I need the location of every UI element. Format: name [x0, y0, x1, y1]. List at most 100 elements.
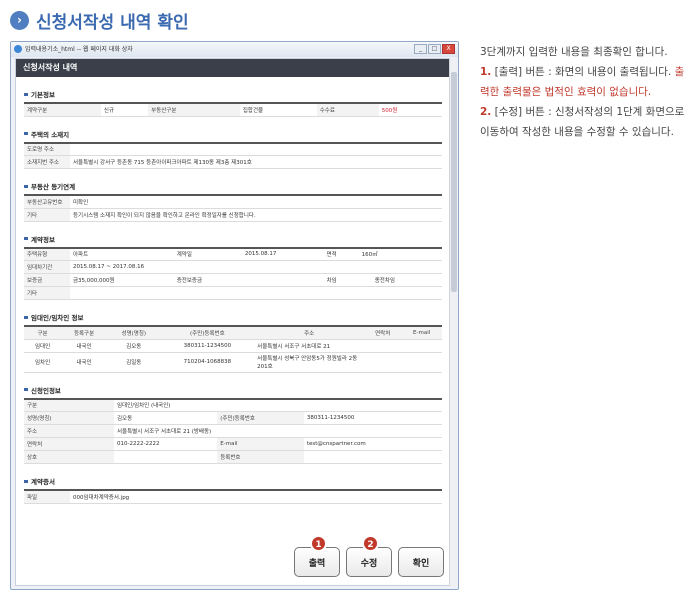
- table-cell: [401, 352, 442, 373]
- column-header: 성명(명칭): [107, 326, 161, 340]
- cell-label: 도로명 주소: [24, 142, 70, 156]
- table-cell: 김일동: [107, 352, 161, 373]
- cell-value: 380311-1234500: [303, 411, 442, 425]
- item-number: 1.: [480, 66, 492, 78]
- registry-table: 부동산고유번호 미확인 기타 등기시스템 소재지 확인이 되지 않음을 확인하고 온…: [24, 194, 442, 222]
- address-table: 도로명 주소 소재지번 주소 서울특별시 강서구 등촌동 715 등촌아이파크아파…: [24, 141, 442, 169]
- cell-value: test@cnspartner.com: [303, 437, 442, 451]
- section-basic: 기본정보 계약구분 신규 부동산구분 집합건물 수수료 500원: [24, 89, 442, 117]
- window-titlebar[interactable]: 입력내용기소_html -- 웹 페이지 대화 상자 _ □ X: [11, 42, 458, 57]
- cell-label: 구분: [24, 398, 114, 412]
- table-row: 임대인 내국인 김오동 380311-1234500 서울특별시 서조구 서초대…: [24, 339, 442, 353]
- item-text: [수정] 버튼 : 신청서작성의 1단계 화면으로 이동하여 작성한 내용을 수…: [480, 106, 685, 138]
- window-controls: _ □ X: [414, 44, 455, 54]
- close-button[interactable]: X: [442, 44, 455, 54]
- chevron-right-icon: ›: [10, 10, 29, 30]
- cell-value: 010-2222-2222: [114, 437, 218, 451]
- column-header: 연락처: [364, 326, 402, 340]
- cell-label: 면적: [323, 247, 359, 261]
- section-address: 주택의 소재지 도로명 주소 소재지번 주소 서울특별시 강서구 등촌동 715 …: [24, 129, 442, 169]
- cell-value: 등기시스템 소재지 확인이 되지 않음을 확인하고 온라인 확정일자를 신청합니…: [70, 208, 442, 222]
- cell-value: 임대인/임차인 (내국인): [114, 398, 442, 412]
- column-header: 등록구분: [61, 326, 108, 340]
- cell-label: 종전차임: [371, 273, 429, 287]
- cell-value: 김오동: [114, 411, 218, 425]
- parties-table: 구분 등록구분 성명(명칭) (주민)등록번호 주소 연락처 E-mail 임대…: [24, 325, 442, 373]
- item-text: [출력] 버튼 : 화면의 내용이 출력됩니다.: [491, 66, 675, 78]
- cell-label: 계약일: [173, 247, 242, 261]
- cell-value: 미확인: [70, 195, 442, 209]
- table-cell: 710204-1068838: [160, 352, 255, 373]
- section-title: 신청인정보: [24, 385, 442, 395]
- cell-value: [428, 273, 442, 287]
- table-cell: [401, 339, 442, 353]
- edit-button[interactable]: 2 수정: [346, 535, 392, 577]
- table-cell: [364, 339, 402, 353]
- section-file: 계약증서 파일 000임대차계약증서.jpg: [24, 476, 442, 504]
- cell-value: [303, 450, 442, 464]
- table-cell: [364, 352, 402, 373]
- column-header: 주소: [254, 326, 365, 340]
- section-title: 부동산 등기연계: [24, 181, 442, 191]
- cell-label: 임대차기간: [24, 260, 70, 274]
- edit-label: 수정: [360, 558, 378, 569]
- description-item-print: 1. [출력] 버튼 : 화면의 내용이 출력됩니다. 출력한 출력물은 법적인…: [480, 62, 690, 102]
- step-badge-2: 2: [362, 535, 379, 552]
- cell-label: 성명(명칭): [24, 411, 114, 425]
- popup-title: 신청서작성 내역: [16, 59, 450, 77]
- cell-value: [70, 286, 442, 300]
- window-title: 입력내용기소_html -- 웹 페이지 대화 상자: [25, 46, 133, 53]
- cell-value: 서울특별시 서조구 서초대로 21 (방배동): [114, 424, 442, 438]
- table-cell: 내국인: [61, 352, 108, 373]
- minimize-button[interactable]: _: [414, 44, 427, 54]
- table-cell: 서울특별시 서조구 서초대로 21: [254, 339, 365, 353]
- description-intro: 3단계까지 입력한 내용을 최종확인 합니다.: [480, 46, 668, 58]
- cell-label: 연락처: [24, 437, 114, 451]
- dialog-window: 입력내용기소_html -- 웹 페이지 대화 상자 _ □ X 신청서작성 내…: [10, 41, 459, 590]
- table-cell: 임차인: [24, 352, 62, 373]
- basic-table: 계약구분 신규 부동산구분 집합건물 수수료 500원: [24, 102, 442, 117]
- cell-value: 아파트: [70, 247, 174, 261]
- table-cell: 서울특별시 성북구 안암동5가 정원빌라 2동 201호: [254, 352, 365, 373]
- cell-value: 금35,000,000원: [70, 273, 174, 287]
- scrollbar-thumb[interactable]: [451, 72, 457, 292]
- cell-label: 수수료: [316, 103, 379, 117]
- cell-label: 보증금: [24, 273, 70, 287]
- cell-value: 2015.08.17: [241, 247, 324, 261]
- cell-value: [114, 450, 218, 464]
- section-title: 기본정보: [24, 89, 442, 99]
- step-badge-1: 1: [310, 535, 327, 552]
- cell-label: 상호: [24, 450, 114, 464]
- dialog-content: 신청서작성 내역 기본정보 계약구분 신규 부동산구분 집합건물 수수료 500…: [15, 58, 451, 586]
- section-parties: 임대인/임차인 정보 구분 등록구분 성명(명칭) (주민)등록번호 주소 연락…: [24, 312, 442, 373]
- cell-label: 주소: [24, 424, 114, 438]
- vertical-scrollbar[interactable]: [449, 58, 457, 586]
- table-cell: 내국인: [61, 339, 108, 353]
- page-heading: › 신청서작성 내역 확인: [10, 8, 189, 33]
- confirm-button[interactable]: 확인: [398, 547, 444, 577]
- cell-label: 파일: [24, 490, 70, 504]
- cell-label: (주민)등록번호: [217, 411, 304, 425]
- cell-label: 등록번호: [217, 450, 304, 464]
- cell-value: 신규: [100, 103, 149, 117]
- cell-label: 소재지번 주소: [24, 155, 70, 169]
- cell-label: 기타: [24, 286, 70, 300]
- print-button[interactable]: 1 출력: [294, 535, 340, 577]
- section-contract: 계약정보 주택유형 아파트 계약일 2015.08.17 면적 160㎡ 임대차…: [24, 234, 442, 300]
- cell-value: 160㎡: [358, 247, 442, 261]
- browser-icon: [14, 45, 22, 53]
- column-header: (주민)등록번호: [160, 326, 255, 340]
- cell-label: 부동산구분: [148, 103, 240, 117]
- column-header: E-mail: [401, 326, 442, 340]
- cell-value: 집합건물: [239, 103, 317, 117]
- maximize-button[interactable]: □: [428, 44, 441, 54]
- file-table: 파일 000임대차계약증서.jpg: [24, 489, 442, 504]
- table-cell: 김오동: [107, 339, 161, 353]
- dialog-buttons: 1 출력 2 수정 확인: [294, 535, 444, 577]
- section-registry: 부동산 등기연계 부동산고유번호 미확인 기타 등기시스템 소재지 확인이 되지 않…: [24, 181, 442, 222]
- cell-value: [241, 273, 324, 287]
- contract-table: 주택유형 아파트 계약일 2015.08.17 면적 160㎡ 임대차기간 201…: [24, 246, 442, 300]
- page-title: 신청서작성 내역 확인: [36, 12, 189, 33]
- file-link[interactable]: 000임대차계약증서.jpg: [70, 490, 442, 504]
- description-item-edit: 2. [수정] 버튼 : 신청서작성의 1단계 화면으로 이동하여 작성한 내용…: [480, 102, 690, 142]
